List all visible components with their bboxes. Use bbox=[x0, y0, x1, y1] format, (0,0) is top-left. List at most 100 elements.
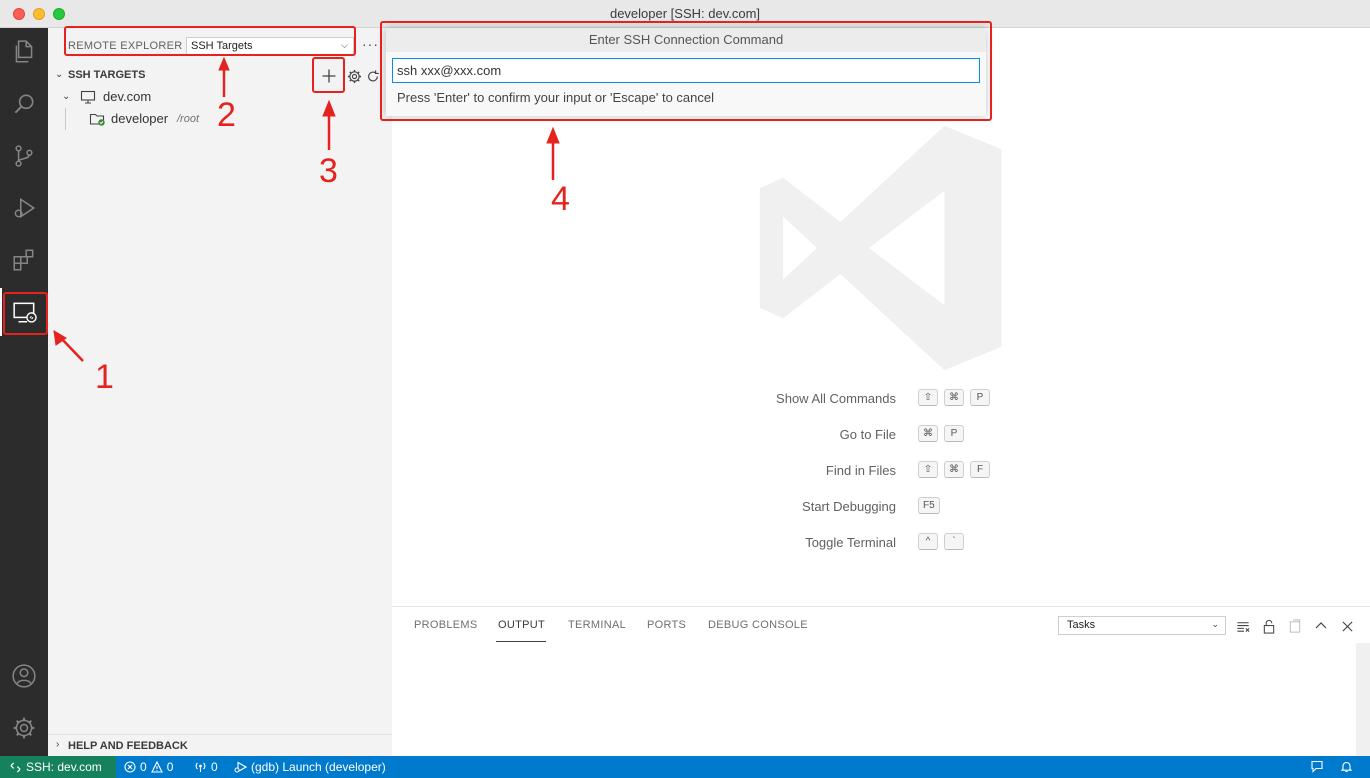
open-output-in-editor-button[interactable] bbox=[1286, 617, 1304, 635]
keycap: ` bbox=[944, 533, 964, 550]
help-section-title: HELP AND FEEDBACK bbox=[68, 740, 188, 752]
activity-accounts[interactable] bbox=[0, 652, 48, 700]
tab-ports[interactable]: PORTS bbox=[647, 619, 686, 631]
chevron-up-icon bbox=[1315, 622, 1327, 629]
run-debug-icon bbox=[14, 197, 36, 219]
more-actions-button[interactable]: ··· bbox=[362, 36, 379, 52]
ssh-host-label: dev.com bbox=[103, 89, 152, 104]
annotation-box-add-button bbox=[312, 57, 345, 93]
annotation-number-1: 1 bbox=[95, 358, 114, 396]
status-bar: SSH: dev.com 0 0 0 (gdb) Launch (develop… bbox=[0, 756, 1370, 778]
keycap: ⇧ bbox=[918, 389, 938, 406]
shortcut-label: Go to File bbox=[839, 427, 896, 442]
account-icon bbox=[12, 664, 36, 688]
keycap: ⌘ bbox=[918, 425, 938, 442]
window-title: developer [SSH: dev.com] bbox=[609, 6, 761, 21]
debug-launch-label: (gdb) Launch (developer) bbox=[251, 760, 386, 774]
maximize-panel-button[interactable] bbox=[1312, 617, 1330, 635]
shortcut-label: Find in Files bbox=[825, 463, 896, 478]
tab-output[interactable]: OUTPUT bbox=[498, 619, 545, 631]
active-tab-indicator bbox=[496, 641, 546, 642]
shortcut-find-in-files: Find in Files ⇧ ⌘ F bbox=[772, 461, 1132, 481]
output-channel-value: Tasks bbox=[1067, 619, 1096, 631]
output-channel-select[interactable]: Tasks ⌄ bbox=[1058, 616, 1226, 635]
bottom-panel: PROBLEMS OUTPUT TERMINAL PORTS DEBUG CON… bbox=[392, 606, 1370, 757]
help-and-feedback-section-header[interactable]: › HELP AND FEEDBACK bbox=[48, 734, 392, 756]
shortcut-show-all-commands: Show All Commands ⇧ ⌘ P bbox=[772, 389, 1132, 409]
search-icon bbox=[14, 94, 34, 114]
chevron-down-icon: ⌄ bbox=[62, 91, 71, 102]
feedback-button[interactable] bbox=[1310, 760, 1324, 773]
activity-bar bbox=[0, 28, 48, 756]
annotation-number-2: 2 bbox=[217, 96, 236, 134]
activity-extensions[interactable] bbox=[0, 236, 48, 284]
tab-terminal[interactable]: TERMINAL bbox=[568, 619, 626, 631]
ssh-folder-label: developer bbox=[111, 111, 169, 126]
chevron-down-icon: ⌄ bbox=[1211, 619, 1219, 629]
close-panel-button[interactable] bbox=[1338, 617, 1356, 635]
clear-all-icon bbox=[1236, 621, 1249, 632]
shortcut-go-to-file: Go to File ⌘ P bbox=[772, 425, 1132, 445]
feedback-icon bbox=[1311, 760, 1323, 773]
debug-alt-icon bbox=[234, 761, 247, 773]
folder-connected-icon bbox=[89, 113, 105, 126]
annotation-box-remote-explorer bbox=[3, 292, 48, 335]
annotation-box-quick-input bbox=[380, 21, 992, 121]
remote-indicator-label: SSH: dev.com bbox=[26, 760, 102, 774]
error-count: 0 bbox=[140, 760, 147, 774]
chevron-down-icon: ⌄ bbox=[55, 69, 64, 80]
keycap: ⇧ bbox=[918, 461, 938, 478]
lock-scroll-button[interactable] bbox=[1260, 617, 1278, 635]
source-control-icon bbox=[15, 145, 33, 167]
tab-problems[interactable]: PROBLEMS bbox=[414, 619, 478, 631]
ports-count: 0 bbox=[211, 760, 218, 774]
open-ssh-config-button[interactable] bbox=[344, 66, 364, 86]
notifications-button[interactable] bbox=[1340, 760, 1353, 773]
activity-search[interactable] bbox=[0, 80, 48, 128]
warning-count: 0 bbox=[166, 760, 174, 774]
keycap: F bbox=[970, 461, 990, 478]
problems-status-button[interactable]: 0 0 bbox=[124, 760, 173, 774]
annotation-box-remote-select bbox=[64, 26, 356, 56]
panel-scrollbar[interactable] bbox=[1356, 643, 1370, 757]
annotation-number-3: 3 bbox=[319, 152, 338, 190]
shortcut-toggle-terminal: Toggle Terminal ^ ` bbox=[772, 533, 1132, 553]
keycap: P bbox=[944, 425, 964, 442]
keycap: ⌘ bbox=[944, 389, 964, 406]
chevron-right-icon: › bbox=[56, 739, 60, 750]
forwarded-ports-button[interactable]: 0 bbox=[194, 760, 218, 774]
error-icon bbox=[124, 761, 136, 773]
activity-explorer[interactable] bbox=[0, 28, 48, 76]
shortcut-label: Toggle Terminal bbox=[805, 535, 896, 550]
activity-run-debug[interactable] bbox=[0, 184, 48, 232]
activity-source-control[interactable] bbox=[0, 132, 48, 180]
refresh-button[interactable] bbox=[366, 66, 380, 86]
tab-debug-console[interactable]: DEBUG CONSOLE bbox=[708, 619, 808, 631]
monitor-icon bbox=[80, 90, 96, 104]
clear-output-button[interactable] bbox=[1234, 617, 1252, 635]
annotation-number-4: 4 bbox=[551, 180, 570, 218]
close-icon bbox=[1341, 620, 1353, 632]
ssh-folder-path: /root bbox=[177, 113, 200, 125]
keycap: P bbox=[970, 389, 990, 406]
warning-icon bbox=[150, 761, 163, 773]
activity-manage[interactable] bbox=[0, 704, 48, 752]
shortcut-start-debugging: Start Debugging F5 bbox=[772, 497, 1132, 517]
remote-indicator-button[interactable]: SSH: dev.com bbox=[0, 756, 116, 778]
debug-launch-button[interactable]: (gdb) Launch (developer) bbox=[234, 760, 386, 774]
files-icon bbox=[15, 40, 33, 63]
gear-icon bbox=[347, 69, 361, 83]
unlock-icon bbox=[1263, 619, 1275, 634]
refresh-icon bbox=[368, 69, 379, 81]
section-title: SSH TARGETS bbox=[68, 69, 146, 81]
gear-icon bbox=[13, 717, 35, 739]
remote-icon bbox=[10, 761, 21, 773]
broadcast-icon bbox=[195, 762, 206, 772]
keycap: ⌘ bbox=[944, 461, 964, 478]
shortcut-label: Start Debugging bbox=[802, 499, 896, 514]
copy-icon bbox=[1289, 618, 1301, 633]
keycap: ^ bbox=[918, 533, 938, 550]
tree-indent-guide bbox=[65, 108, 66, 130]
shortcut-label: Show All Commands bbox=[776, 391, 896, 406]
bell-icon bbox=[1340, 761, 1353, 773]
